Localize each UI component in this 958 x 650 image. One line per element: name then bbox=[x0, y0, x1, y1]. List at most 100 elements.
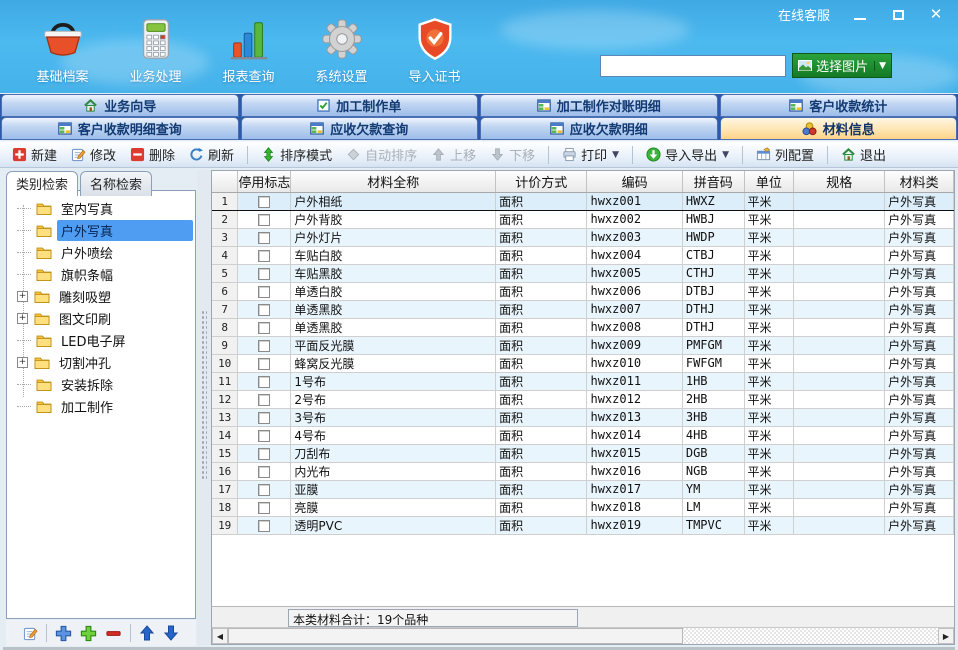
material-name-cell[interactable]: 平面反光膜 bbox=[291, 336, 496, 354]
tree-item-雕刻吸塑[interactable]: +雕刻吸塑 bbox=[15, 285, 193, 307]
toolbar-上移-button[interactable]: 上移 bbox=[425, 143, 482, 166]
tab-category-search[interactable]: 类别检索 bbox=[6, 171, 78, 196]
category-cell[interactable]: 户外写真 bbox=[885, 516, 954, 534]
unit-cell[interactable]: 平米 bbox=[744, 300, 794, 318]
spec-cell[interactable] bbox=[794, 336, 885, 354]
tree-item-户外写真[interactable]: 户外写真 bbox=[15, 219, 193, 241]
pinyin-cell[interactable]: TMPVC bbox=[682, 516, 744, 534]
nav-system-settings[interactable]: 系统设置 bbox=[295, 12, 388, 85]
category-cell[interactable]: 户外写真 bbox=[885, 408, 954, 426]
pricing-method-cell[interactable]: 面积 bbox=[496, 300, 587, 318]
pricing-method-cell[interactable]: 面积 bbox=[496, 444, 587, 462]
unit-cell[interactable]: 平米 bbox=[744, 426, 794, 444]
disabled-flag-cell[interactable] bbox=[238, 264, 291, 282]
code-cell[interactable]: hwxz004 bbox=[587, 246, 682, 264]
toolbar-自动排序-button[interactable]: 自动排序 bbox=[340, 143, 423, 166]
tree-item-图文印刷[interactable]: +图文印刷 bbox=[15, 307, 193, 329]
category-cell[interactable]: 户外写真 bbox=[885, 300, 954, 318]
category-cell[interactable]: 户外写真 bbox=[885, 426, 954, 444]
spec-cell[interactable] bbox=[794, 300, 885, 318]
unit-cell[interactable]: 平米 bbox=[744, 462, 794, 480]
checkbox-icon[interactable] bbox=[258, 430, 270, 442]
close-button[interactable]: ✕ bbox=[928, 8, 944, 22]
tab-材料信息[interactable]: 材料信息 bbox=[720, 117, 958, 140]
pinyin-cell[interactable]: DTHJ bbox=[682, 318, 744, 336]
toolbar-列配置-button[interactable]: 列配置 bbox=[750, 143, 820, 166]
pricing-method-cell[interactable]: 面积 bbox=[496, 282, 587, 300]
code-cell[interactable]: hwxz019 bbox=[587, 516, 682, 534]
category-cell[interactable]: 户外写真 bbox=[885, 192, 954, 210]
code-cell[interactable]: hwxz006 bbox=[587, 282, 682, 300]
checkbox-icon[interactable] bbox=[258, 196, 270, 208]
horizontal-scrollbar[interactable]: ◀ ▶ bbox=[212, 627, 954, 644]
pinyin-cell[interactable]: YM bbox=[682, 480, 744, 498]
disabled-flag-cell[interactable] bbox=[238, 516, 291, 534]
checkbox-icon[interactable] bbox=[258, 358, 270, 370]
category-cell[interactable]: 户外写真 bbox=[885, 480, 954, 498]
checkbox-icon[interactable] bbox=[258, 232, 270, 244]
checkbox-icon[interactable] bbox=[258, 304, 270, 316]
material-name-cell[interactable]: 3号布 bbox=[291, 408, 496, 426]
tree-item-室内写真[interactable]: 室内写真 bbox=[15, 197, 193, 219]
pinyin-cell[interactable]: CTHJ bbox=[682, 264, 744, 282]
checkbox-icon[interactable] bbox=[258, 466, 270, 478]
pricing-method-cell[interactable]: 面积 bbox=[496, 516, 587, 534]
category-cell[interactable]: 户外写真 bbox=[885, 390, 954, 408]
code-cell[interactable]: hwxz010 bbox=[587, 354, 682, 372]
pricing-method-cell[interactable]: 面积 bbox=[496, 480, 587, 498]
material-name-cell[interactable]: 户外灯片 bbox=[291, 228, 496, 246]
disabled-flag-cell[interactable] bbox=[238, 480, 291, 498]
code-cell[interactable]: hwxz014 bbox=[587, 426, 682, 444]
disabled-flag-cell[interactable] bbox=[238, 210, 291, 228]
checkbox-icon[interactable] bbox=[258, 250, 270, 262]
pinyin-cell[interactable]: 3HB bbox=[682, 408, 744, 426]
category-cell[interactable]: 户外写真 bbox=[885, 336, 954, 354]
toolbar-排序模式-button[interactable]: 排序模式 bbox=[255, 143, 338, 166]
nav-basic-archive[interactable]: 基础档案 bbox=[16, 12, 109, 85]
pricing-method-cell[interactable]: 面积 bbox=[496, 426, 587, 444]
tree-item-户外喷绘[interactable]: 户外喷绘 bbox=[15, 241, 193, 263]
code-cell[interactable]: hwxz017 bbox=[587, 480, 682, 498]
maximize-button[interactable] bbox=[890, 8, 906, 22]
spec-cell[interactable] bbox=[794, 354, 885, 372]
material-name-cell[interactable]: 1号布 bbox=[291, 372, 496, 390]
add-blue-button[interactable] bbox=[55, 625, 72, 642]
pricing-method-cell[interactable]: 面积 bbox=[496, 372, 587, 390]
tree-item-加工制作[interactable]: 加工制作 bbox=[15, 395, 193, 417]
unit-cell[interactable]: 平米 bbox=[744, 246, 794, 264]
toolbar-打印-button[interactable]: 打印▼ bbox=[556, 143, 625, 166]
material-name-cell[interactable]: 刀刮布 bbox=[291, 444, 496, 462]
expand-plus-icon[interactable]: + bbox=[17, 313, 28, 324]
material-name-cell[interactable]: 户外相纸 bbox=[291, 192, 496, 210]
toolbar-下移-button[interactable]: 下移 bbox=[484, 143, 541, 166]
pinyin-cell[interactable]: DGB bbox=[682, 444, 744, 462]
minimize-button[interactable] bbox=[852, 8, 868, 22]
unit-cell[interactable]: 平米 bbox=[744, 336, 794, 354]
unit-cell[interactable]: 平米 bbox=[744, 498, 794, 516]
online-support-link[interactable]: 在线客服 bbox=[778, 5, 830, 24]
code-cell[interactable]: hwxz016 bbox=[587, 462, 682, 480]
code-cell[interactable]: hwxz009 bbox=[587, 336, 682, 354]
disabled-flag-cell[interactable] bbox=[238, 336, 291, 354]
pricing-method-cell[interactable]: 面积 bbox=[496, 192, 587, 210]
code-cell[interactable]: hwxz002 bbox=[587, 210, 682, 228]
checkbox-icon[interactable] bbox=[258, 322, 270, 334]
code-cell[interactable]: hwxz012 bbox=[587, 390, 682, 408]
header-停用标志[interactable]: 停用标志 bbox=[238, 171, 291, 192]
tree-item-切割冲孔[interactable]: +切割冲孔 bbox=[15, 351, 193, 373]
pinyin-cell[interactable]: DTBJ bbox=[682, 282, 744, 300]
code-cell[interactable]: hwxz005 bbox=[587, 264, 682, 282]
spec-cell[interactable] bbox=[794, 246, 885, 264]
material-name-cell[interactable]: 单透黑胶 bbox=[291, 318, 496, 336]
pinyin-cell[interactable]: HWXZ bbox=[682, 192, 744, 210]
tab-应收欠款查询[interactable]: 应收欠款查询 bbox=[241, 117, 479, 140]
category-cell[interactable]: 户外写真 bbox=[885, 264, 954, 282]
spec-cell[interactable] bbox=[794, 462, 885, 480]
pricing-method-cell[interactable]: 面积 bbox=[496, 336, 587, 354]
pricing-method-cell[interactable]: 面积 bbox=[496, 318, 587, 336]
category-cell[interactable]: 户外写真 bbox=[885, 444, 954, 462]
pinyin-cell[interactable]: FWFGM bbox=[682, 354, 744, 372]
unit-cell[interactable]: 平米 bbox=[744, 390, 794, 408]
material-name-cell[interactable]: 车贴黑胶 bbox=[291, 264, 496, 282]
code-cell[interactable]: hwxz007 bbox=[587, 300, 682, 318]
